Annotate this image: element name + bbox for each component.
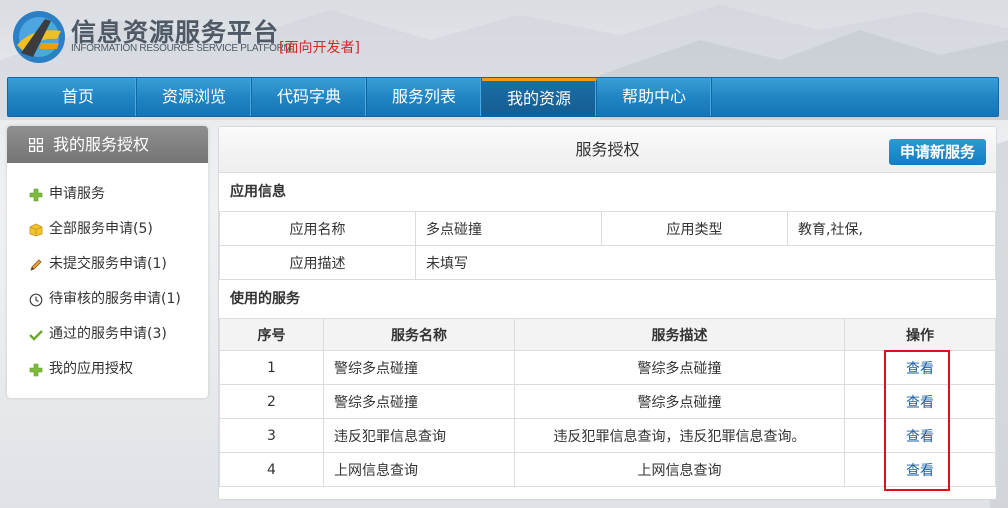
app-type-label: 应用类型 (601, 211, 788, 246)
pencil-icon (30, 258, 42, 271)
row-number: 2 (219, 384, 324, 419)
clock-icon (29, 293, 43, 306)
sidebar-item-approved[interactable]: 通过的服务申请(3) (7, 317, 208, 352)
sidebar-item-all-applications[interactable]: 全部服务申请(5) (7, 212, 208, 247)
view-link[interactable]: 查看 (906, 395, 934, 411)
panel-title: 服务授权 (575, 140, 640, 159)
sidebar-item-label: 申请服务 (49, 186, 105, 202)
column-header: 服务名称 (323, 318, 515, 351)
panel-header: 服务授权 申请新服务 (219, 127, 996, 173)
row-number: 1 (219, 350, 324, 385)
service-name: 违反犯罪信息查询 (323, 418, 515, 453)
table-row: 应用描述 未填写 (219, 245, 996, 280)
sidebar: 我的服务授权 申请服务 全部服务申请(5) 未提交服务申请(1) 待审核的服务申… (7, 126, 208, 398)
check-icon (29, 329, 43, 341)
logo-title-en: INFORMATION RESOURCE SERVICE PLATFORM (71, 43, 292, 54)
service-description: 上网信息查询 (514, 452, 845, 487)
nav-code-dictionary[interactable]: 代码字典 (252, 78, 367, 116)
row-number: 3 (219, 418, 324, 453)
service-description: 警综多点碰撞 (514, 350, 845, 385)
column-header: 服务描述 (514, 318, 845, 351)
nav-my-resources[interactable]: 我的资源 (482, 78, 597, 116)
table-row: 1 警综多点碰撞 警综多点碰撞 查看 (219, 350, 996, 385)
table-row: 4 上网信息查询 上网信息查询 查看 (219, 452, 996, 487)
table-row: 2 警综多点碰撞 警综多点碰撞 查看 (219, 384, 996, 419)
app-desc-label: 应用描述 (219, 245, 416, 280)
sidebar-item-label: 待审核的服务申请(1) (49, 291, 181, 307)
sidebar-item-label: 未提交服务申请(1) (49, 256, 167, 272)
row-number: 4 (219, 452, 324, 487)
nav-home[interactable]: 首页 (20, 78, 137, 116)
sidebar-item-apply-service[interactable]: 申请服务 (7, 177, 208, 212)
app-type-value: 教育,社保, (787, 211, 996, 246)
nav-resource-browse[interactable]: 资源浏览 (137, 78, 252, 116)
logo-icon (13, 11, 65, 63)
column-header: 序号 (219, 318, 324, 351)
plus-icon (29, 363, 43, 376)
nav-help-center[interactable]: 帮助中心 (597, 78, 712, 116)
service-name: 警综多点碰撞 (323, 350, 515, 385)
app-desc-value: 未填写 (415, 245, 996, 280)
service-name: 警综多点碰撞 (323, 384, 515, 419)
app-name-value: 多点碰撞 (415, 211, 602, 246)
service-name: 上网信息查询 (323, 452, 515, 487)
sidebar-item-unsubmitted[interactable]: 未提交服务申请(1) (7, 247, 208, 282)
app-info-section-title: 应用信息 (230, 184, 286, 200)
app-name-label: 应用名称 (219, 211, 416, 246)
main-nav: 首页 资源浏览 代码字典 服务列表 我的资源 帮助中心 (7, 77, 999, 117)
box-icon (29, 223, 43, 236)
apply-new-service-button[interactable]: 申请新服务 (889, 139, 986, 165)
service-description: 违反犯罪信息查询，违反犯罪信息查询。 (514, 418, 845, 453)
table-row: 应用名称 多点碰撞 应用类型 教育,社保, (219, 211, 996, 246)
service-description: 警综多点碰撞 (514, 384, 845, 419)
app-info-table: 应用名称 多点碰撞 应用类型 教育,社保, 应用描述 未填写 (219, 211, 996, 280)
developer-tag: [面向开发者] (279, 40, 360, 56)
sidebar-item-label: 我的应用授权 (49, 361, 133, 377)
sidebar-item-label: 通过的服务申请(3) (49, 326, 167, 342)
nav-service-list[interactable]: 服务列表 (367, 78, 482, 116)
sidebar-item-pending-review[interactable]: 待审核的服务申请(1) (7, 282, 208, 317)
main-panel: 服务授权 申请新服务 应用信息 应用名称 多点碰撞 应用类型 教育,社保, 应用… (218, 126, 997, 500)
table-row: 3 违反犯罪信息查询 违反犯罪信息查询，违反犯罪信息查询。 查看 (219, 418, 996, 453)
services-table: 序号 服务名称 服务描述 操作 1 警综多点碰撞 警综多点碰撞 查看 2 警综多… (219, 318, 996, 487)
header: 信息资源服务平台 INFORMATION RESOURCE SERVICE PL… (0, 0, 1008, 76)
sidebar-item-label: 全部服务申请(5) (49, 221, 153, 237)
services-section-title: 使用的服务 (230, 291, 300, 307)
sidebar-title: 我的服务授权 (53, 135, 150, 154)
plus-icon (29, 188, 43, 201)
column-header: 操作 (844, 318, 996, 351)
view-link[interactable]: 查看 (906, 429, 934, 445)
grid-icon (29, 138, 43, 152)
table-header-row: 序号 服务名称 服务描述 操作 (219, 318, 996, 351)
sidebar-item-my-app-authorization[interactable]: 我的应用授权 (7, 352, 208, 387)
view-link[interactable]: 查看 (906, 463, 934, 479)
sidebar-header: 我的服务授权 (7, 126, 208, 163)
view-link[interactable]: 查看 (906, 361, 934, 377)
